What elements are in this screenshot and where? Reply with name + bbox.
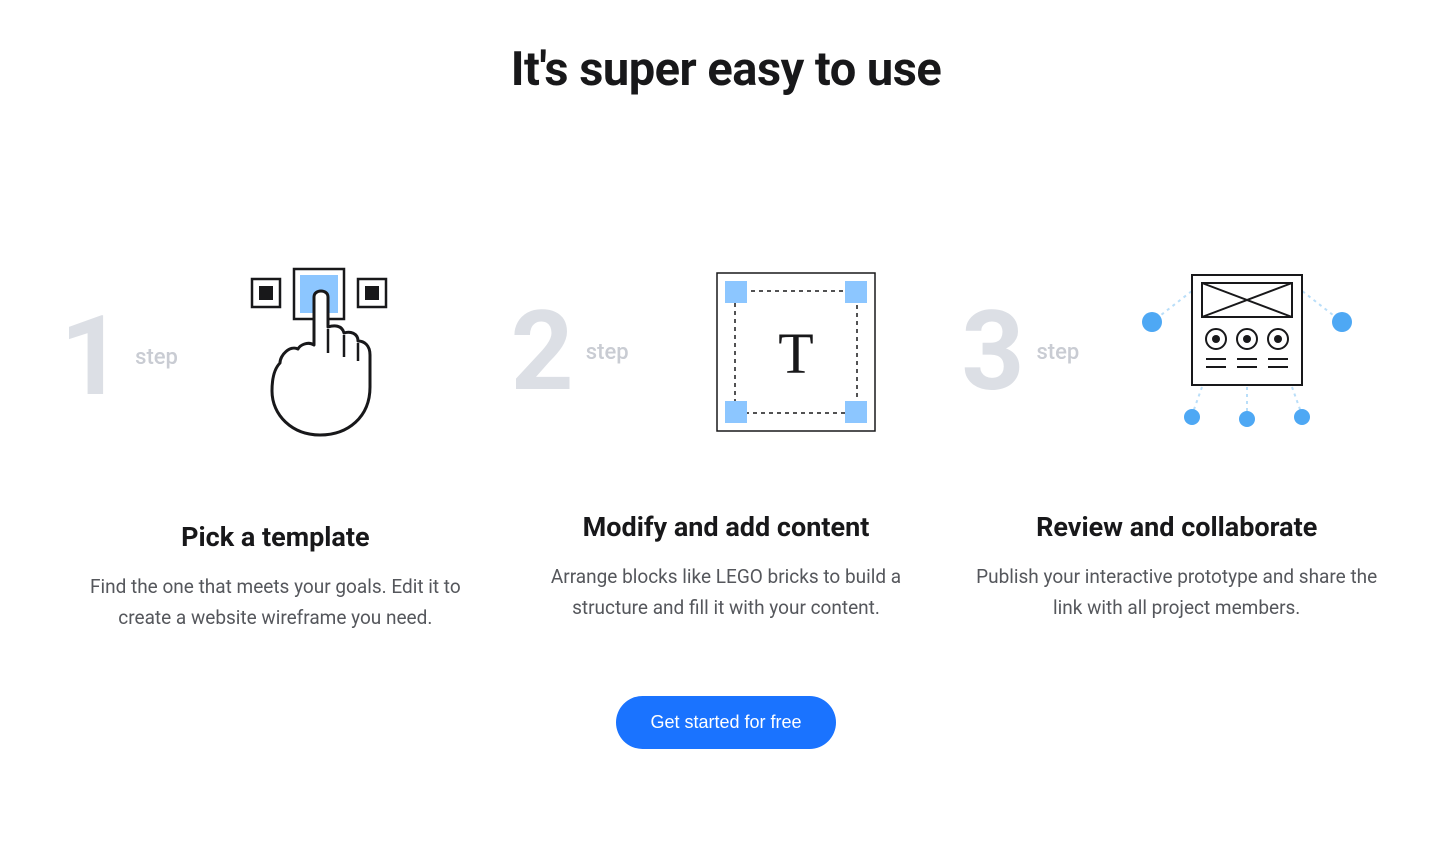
step-1-step-label: step: [135, 345, 178, 370]
get-started-button[interactable]: Get started for free: [616, 696, 835, 749]
page-heading: It's super easy to use: [60, 42, 1392, 97]
share-prototype-icon: [1132, 267, 1362, 437]
steps-row: 1 step: [60, 267, 1392, 634]
step-3: 3 step: [961, 267, 1392, 634]
svg-text:T: T: [778, 321, 813, 386]
step-1-title: Pick a template: [181, 521, 370, 553]
step-3-num-label: 3 step: [961, 297, 1079, 407]
step-2-number: 2: [511, 297, 570, 407]
step-3-description: Publish your interactive prototype and s…: [967, 561, 1387, 624]
step-1-number: 1: [60, 302, 119, 412]
pick-template-icon: [250, 267, 440, 447]
step-1-header: 1 step: [60, 267, 491, 447]
step-1-description: Find the one that meets your goals. Edit…: [65, 571, 485, 634]
step-2-step-label: step: [586, 340, 629, 365]
text-block-icon: T: [711, 267, 881, 437]
step-2-num-label: 2 step: [511, 297, 629, 407]
step-2-header: 2 step T: [511, 267, 942, 437]
step-3-number: 3: [961, 297, 1020, 407]
step-3-header: 3 step: [961, 267, 1392, 437]
step-1-num-label: 1 step: [60, 302, 178, 412]
step-1: 1 step: [60, 267, 491, 634]
cta-row: Get started for free: [60, 696, 1392, 749]
step-2-description: Arrange blocks like LEGO bricks to build…: [516, 561, 936, 624]
step-2: 2 step T: [511, 267, 942, 634]
step-3-step-label: step: [1036, 340, 1079, 365]
step-3-title: Review and collaborate: [1036, 511, 1317, 543]
step-2-title: Modify and add content: [583, 511, 870, 543]
